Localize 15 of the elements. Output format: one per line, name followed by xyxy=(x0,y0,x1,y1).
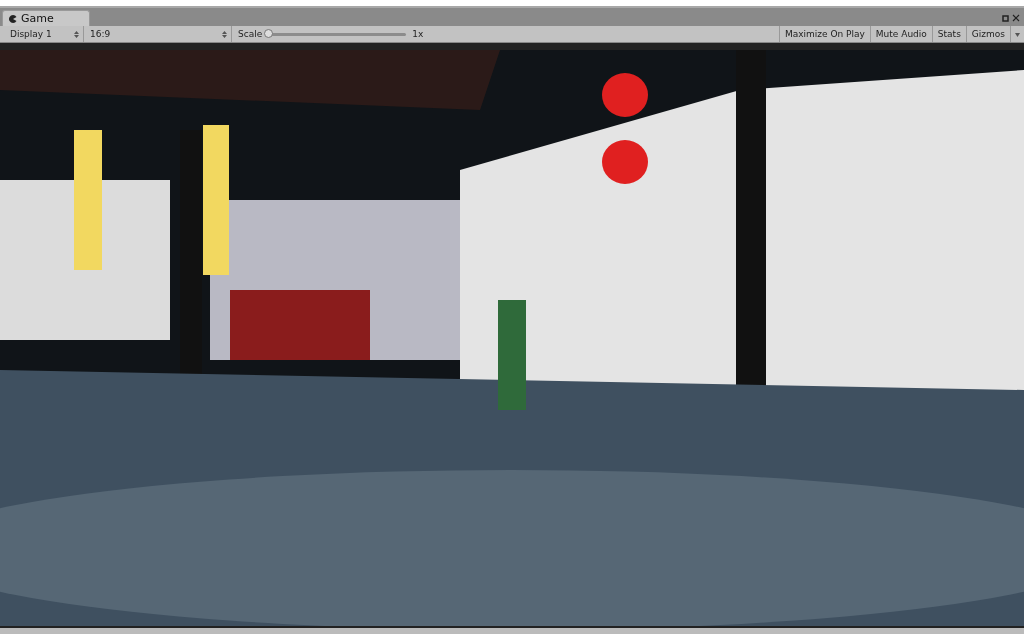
scale-reading: 1x xyxy=(412,29,424,39)
maximize-icon[interactable] xyxy=(1002,14,1009,22)
aspect-dropdown[interactable]: 16:9 xyxy=(84,26,232,42)
slider-thumb[interactable] xyxy=(264,28,274,38)
scale-label: Scale xyxy=(238,29,263,39)
tab-title: Game xyxy=(21,12,54,25)
game-tab[interactable]: Game xyxy=(2,10,90,26)
updown-icon xyxy=(222,30,227,38)
updown-icon xyxy=(74,30,79,38)
aspect-label: 16:9 xyxy=(90,29,111,39)
display-dropdown[interactable]: Display 1 xyxy=(4,26,84,42)
display-label: Display 1 xyxy=(10,29,52,39)
caret-icon xyxy=(1015,33,1020,37)
close-icon[interactable] xyxy=(1012,14,1020,22)
pac-icon xyxy=(9,14,17,23)
